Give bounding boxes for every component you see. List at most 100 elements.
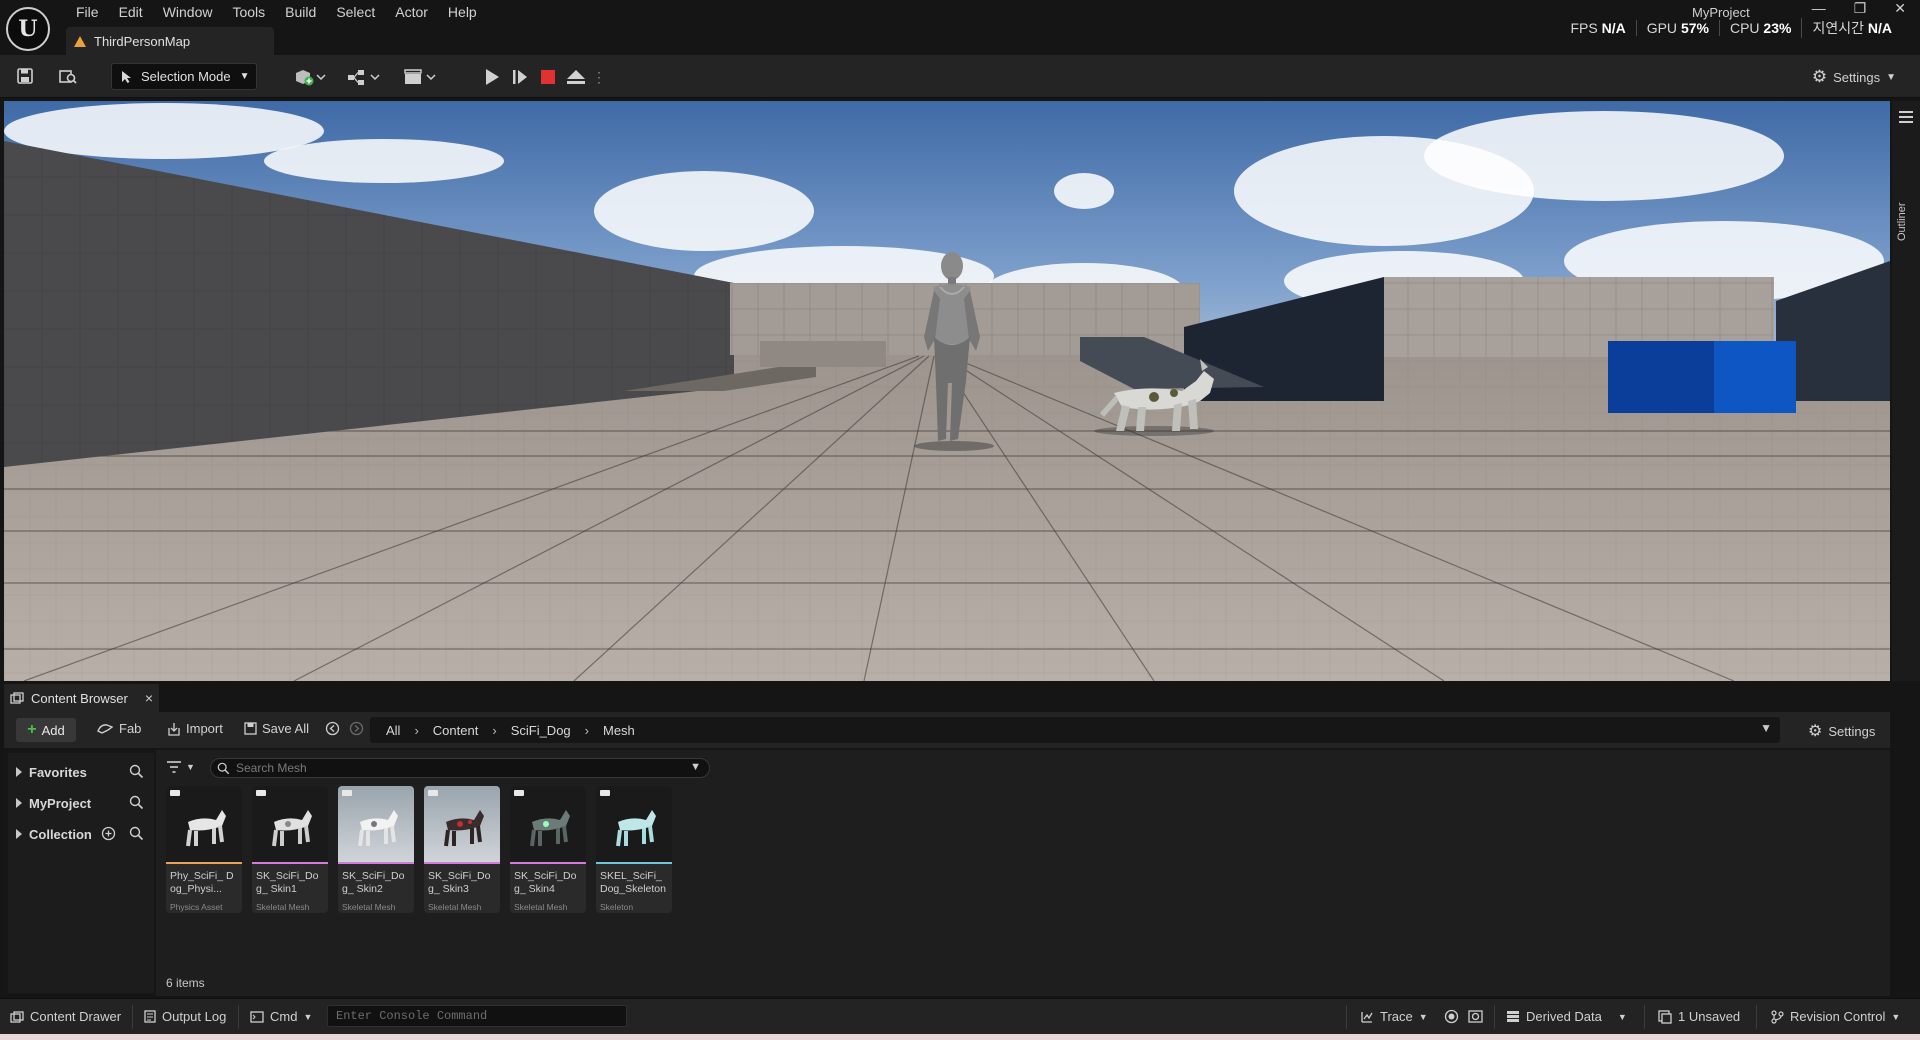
derived-data-label: Derived Data [1526, 1009, 1602, 1024]
chevron-right-icon[interactable]: › [414, 723, 418, 738]
selection-mode-dropdown[interactable]: Selection Mode ▼ [111, 63, 257, 90]
asset-tile[interactable]: SKEL_SciFi_ Dog_Skeleton Skeleton [596, 786, 672, 913]
close-icon[interactable]: × [145, 690, 153, 706]
search-icon[interactable] [129, 826, 144, 841]
cmd-dropdown[interactable]: Cmd ▼ [250, 1009, 312, 1024]
console-command-input[interactable] [328, 1006, 626, 1026]
asset-tile[interactable]: Phy_SciFi_ Dog_Physi... Physics Asset [166, 786, 242, 913]
advance-frame-button[interactable] [510, 67, 530, 87]
derived-data-dropdown[interactable]: Derived Data ▼ [1506, 1009, 1627, 1024]
cinematics-icon[interactable] [402, 67, 438, 87]
content-drawer-button[interactable]: Content Drawer [10, 1009, 121, 1024]
menu-help[interactable]: Help [438, 3, 487, 21]
record-icon [1444, 1009, 1459, 1024]
chevron-right-icon[interactable]: › [585, 723, 589, 738]
asset-search-input[interactable] [236, 761, 696, 775]
filter-icon [167, 761, 181, 773]
minimize-icon[interactable]: — [1812, 0, 1826, 17]
breadcrumb-mesh[interactable]: Mesh [603, 723, 635, 738]
chevron-right-icon[interactable]: › [492, 723, 496, 738]
asset-tile[interactable]: SK_SciFi_Dog_ Skin3 Skeletal Mesh [424, 786, 500, 913]
import-button[interactable]: Import [167, 721, 223, 736]
chevron-down-icon: ▼ [1886, 71, 1896, 83]
menu-build[interactable]: Build [275, 3, 326, 21]
window-controls: — ❐ ✕ [1812, 0, 1906, 17]
fab-button[interactable]: Fab [96, 721, 141, 736]
back-icon [325, 721, 340, 736]
breadcrumb-content[interactable]: Content [433, 723, 479, 738]
content-browser-toolbar: + Add Fab Import Save All All › Content … [4, 712, 1890, 748]
sources-collection[interactable]: Collection [8, 821, 154, 847]
console-command-field[interactable] [327, 1005, 627, 1027]
menu-file[interactable]: File [66, 3, 109, 21]
blueprint-icon[interactable] [346, 67, 382, 87]
eject-icon [567, 70, 585, 84]
add-button[interactable]: + Add [16, 718, 76, 742]
play-button[interactable] [482, 67, 502, 87]
asset-tile[interactable]: SK_SciFi_Dog_ Skin2 Skeletal Mesh [338, 786, 414, 913]
chevron-down-icon[interactable]: ▼ [1760, 721, 1772, 735]
content-browser-icon [10, 692, 24, 704]
asset-name: Phy_SciFi_ Dog_Physi... [170, 870, 234, 895]
add-actor-icon[interactable] [292, 67, 328, 87]
unreal-logo[interactable]: U [6, 7, 50, 51]
outliner-tab-label[interactable]: Outliner [1896, 202, 1908, 241]
search-icon [217, 762, 230, 774]
fps-label: FPS [1570, 20, 1598, 36]
sources-favorites[interactable]: Favorites [8, 759, 154, 785]
restore-icon[interactable]: ❐ [1854, 0, 1867, 17]
browse-content-icon[interactable] [58, 67, 78, 87]
filter-dropdown[interactable]: ▼ [166, 760, 195, 774]
chevron-down-icon[interactable]: ▼ [690, 761, 701, 773]
asset-tile[interactable]: SK_SciFi_Dog_ Skin1 Skeletal Mesh [252, 786, 328, 913]
cpu-label: CPU [1729, 20, 1760, 36]
asset-tile[interactable]: SK_SciFi_Dog_ Skin4 Skeletal Mesh [510, 786, 586, 913]
history-back-button[interactable] [325, 721, 340, 736]
revision-control-dropdown[interactable]: Revision Control ▼ [1770, 1009, 1900, 1024]
play-controls: ⋮ [482, 63, 606, 91]
eject-button[interactable] [566, 67, 586, 87]
level-viewport[interactable] [4, 101, 1890, 681]
trace-icon [1361, 1011, 1373, 1023]
menu-select[interactable]: Select [326, 3, 385, 21]
sources-myproject[interactable]: MyProject [8, 790, 154, 816]
close-window-icon[interactable]: ✕ [1894, 0, 1906, 17]
add-collection-icon[interactable] [101, 826, 116, 841]
unsaved-label: 1 Unsaved [1678, 1009, 1741, 1024]
asset-search-box[interactable]: ▼ [210, 758, 710, 778]
menu-window[interactable]: Window [153, 3, 223, 21]
outliner-sidebar[interactable]: Outliner [1892, 101, 1920, 681]
derived-data-icon [1507, 1011, 1519, 1022]
expand-arrow-icon[interactable] [16, 798, 22, 808]
breadcrumb-all[interactable]: All [386, 723, 400, 738]
content-browser-settings-button[interactable]: ⚙ Settings [1808, 721, 1875, 741]
unsaved-button[interactable]: 1 Unsaved [1658, 1009, 1740, 1024]
menu-tools[interactable]: Tools [222, 3, 275, 21]
play-options-button[interactable]: ⋮ [592, 67, 606, 87]
record-button[interactable] [1444, 1009, 1459, 1024]
search-icon[interactable] [129, 764, 144, 779]
search-icon[interactable] [129, 795, 144, 810]
menu-actor[interactable]: Actor [385, 3, 438, 21]
output-log-button[interactable]: Output Log [144, 1009, 226, 1024]
history-forward-button[interactable] [349, 721, 364, 736]
asset-type: Skeletal Mesh [428, 902, 482, 912]
expand-arrow-icon[interactable] [16, 829, 22, 839]
breadcrumb-scifi-dog[interactable]: SciFi_Dog [511, 723, 571, 738]
content-browser-tab[interactable]: Content Browser × [4, 684, 159, 712]
save-icon[interactable] [15, 67, 35, 87]
save-all-button[interactable]: Save All [244, 721, 309, 736]
trace-dropdown[interactable]: Trace ▼ [1360, 1009, 1428, 1024]
asset-thumbnail [252, 786, 328, 862]
menu-edit[interactable]: Edit [109, 3, 153, 21]
play-icon [485, 69, 499, 85]
camera-icon [1468, 1010, 1483, 1023]
menu-icon[interactable] [1899, 111, 1913, 126]
settings-dropdown[interactable]: ⚙ Settings ▼ [1812, 67, 1896, 87]
screenshot-button[interactable] [1468, 1009, 1483, 1023]
stop-button[interactable] [538, 67, 558, 87]
dog-thumbnail-icon [444, 810, 484, 847]
save-all-icon [244, 722, 257, 735]
expand-arrow-icon[interactable] [16, 767, 22, 777]
level-tab[interactable]: ThirdPersonMap [66, 27, 274, 55]
